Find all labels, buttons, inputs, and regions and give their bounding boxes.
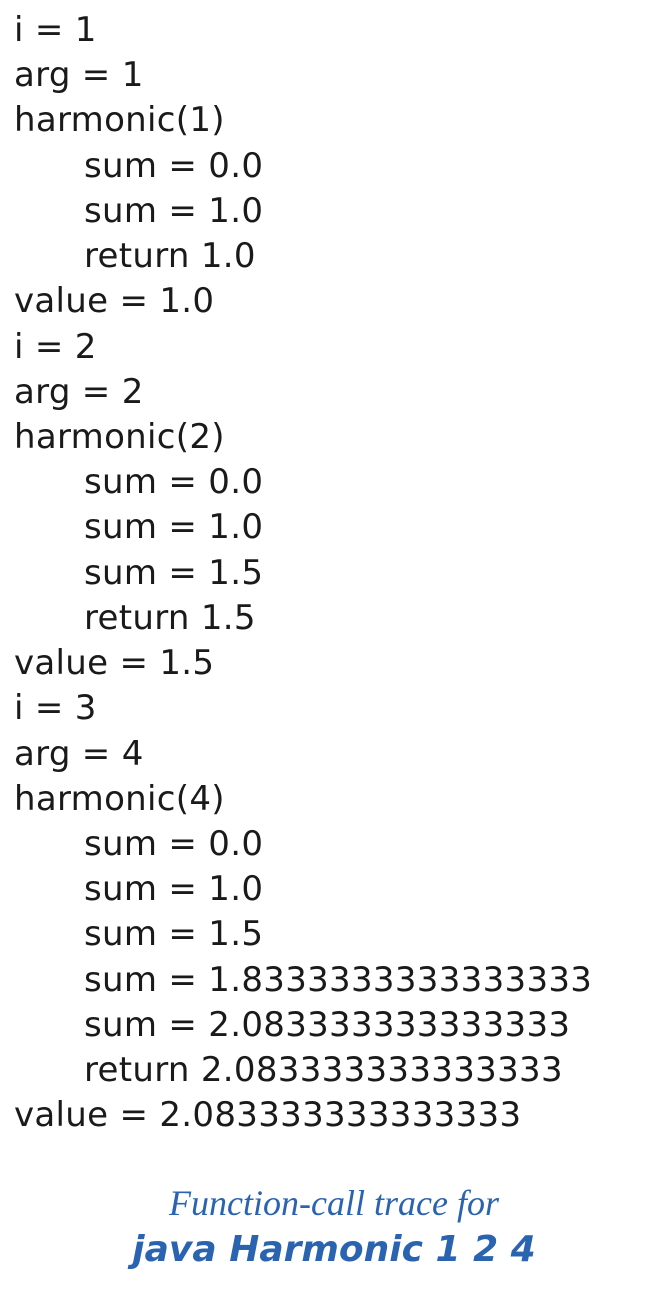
trace-line: arg = 2 <box>14 370 654 415</box>
trace-line: i = 2 <box>14 325 654 370</box>
trace-line: sum = 1.5 <box>14 912 654 957</box>
trace-line: harmonic(2) <box>14 415 654 460</box>
trace-line: value = 2.083333333333333 <box>14 1093 654 1138</box>
caption-line2: java Harmonic 1 2 4 <box>14 1227 654 1274</box>
trace-line: arg = 4 <box>14 732 654 777</box>
trace-line: return 1.5 <box>14 596 654 641</box>
trace-line: value = 1.0 <box>14 279 654 324</box>
trace-line: sum = 0.0 <box>14 822 654 867</box>
caption: Function-call trace for java Harmonic 1 … <box>14 1180 654 1274</box>
trace-line: sum = 0.0 <box>14 460 654 505</box>
trace-line: sum = 1.0 <box>14 867 654 912</box>
trace-line: sum = 1.0 <box>14 505 654 550</box>
trace-output: i = 1arg = 1harmonic(1)sum = 0.0sum = 1.… <box>14 8 654 1138</box>
trace-line: value = 1.5 <box>14 641 654 686</box>
trace-line: sum = 1.0 <box>14 189 654 234</box>
trace-line: sum = 2.083333333333333 <box>14 1003 654 1048</box>
trace-line: harmonic(4) <box>14 777 654 822</box>
caption-line1: Function-call trace for <box>14 1180 654 1227</box>
trace-line: return 2.083333333333333 <box>14 1048 654 1093</box>
trace-line: arg = 1 <box>14 53 654 98</box>
trace-line: sum = 1.5 <box>14 551 654 596</box>
trace-line: harmonic(1) <box>14 98 654 143</box>
trace-line: i = 1 <box>14 8 654 53</box>
trace-line: i = 3 <box>14 686 654 731</box>
trace-line: sum = 0.0 <box>14 144 654 189</box>
trace-line: return 1.0 <box>14 234 654 279</box>
trace-line: sum = 1.8333333333333333 <box>14 958 654 1003</box>
